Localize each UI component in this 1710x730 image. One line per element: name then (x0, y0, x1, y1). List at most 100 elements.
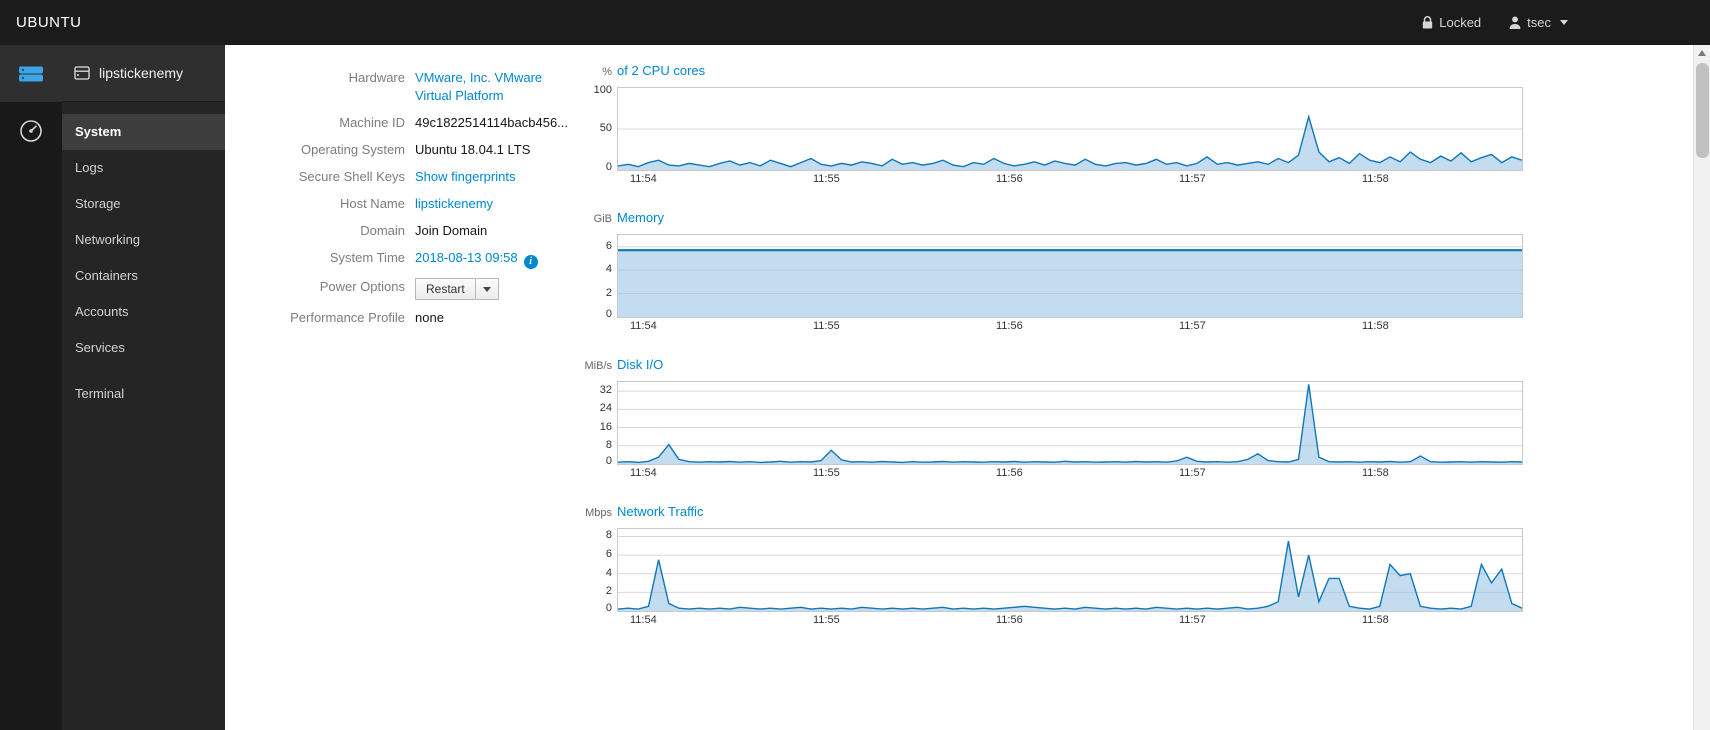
field-label-domain: Domain (360, 223, 405, 238)
chart-body: 0 50 100 (581, 84, 1523, 173)
field-value-performance-profile: none (415, 310, 444, 325)
field-value-system-time: 2018-08-13 09:58 i (415, 249, 538, 269)
disk-i-o-title-link[interactable]: Disk I/O (617, 357, 663, 372)
x-tick-label: 11:57 (1179, 467, 1206, 479)
chart-unit-label: GiB (593, 213, 612, 225)
x-tick-label: 11:55 (813, 614, 840, 626)
secure-shell-keys-link[interactable]: Show fingerprints (415, 169, 515, 184)
field-hardware: Hardware VMware, Inc. VMware Virtual Platf… (225, 69, 565, 105)
x-tick-label: 11:57 (1179, 173, 1206, 185)
x-tick-label: 11:56 (996, 320, 1023, 332)
network-traffic-title-link[interactable]: Network Traffic (617, 504, 703, 519)
scroll-up-arrow-icon[interactable] (1698, 50, 1706, 56)
main-content: Hardware VMware, Inc. VMware Virtual Platf… (225, 45, 1693, 730)
x-axis-labels: 11:54 11:55 11:56 11:57 11:58 (617, 612, 1523, 628)
field-label-operating-system: Operating System (300, 142, 405, 157)
chart-unit-label: Mbps (585, 507, 612, 519)
topbar-actions: Locked tsec (1422, 15, 1568, 30)
user-icon (1509, 16, 1521, 29)
sidebar-item-system[interactable]: System (62, 114, 225, 150)
charts-panel: % of 2 CPU cores 0 50 100 11:54 11:55 11:56 11:5… (581, 63, 1523, 730)
hardware-link[interactable]: VMware, Inc. VMware Virtual Platform (415, 69, 542, 105)
caret-down-icon (482, 287, 491, 292)
y-tick-label: 2 (605, 286, 612, 299)
info-icon[interactable]: i (523, 255, 538, 269)
x-tick-label: 11:54 (630, 614, 657, 626)
sidebar-item-services[interactable]: Services (62, 330, 225, 366)
host-selector[interactable]: lipstickenemy (62, 45, 225, 102)
system-info: Hardware VMware, Inc. VMware Virtual Platf… (225, 69, 568, 730)
y-tick-label: 8 (605, 529, 612, 542)
chart-unit-label: MiB/s (584, 360, 613, 372)
x-tick-label: 11:57 (1179, 320, 1206, 332)
memory-chart: GiB Memory 0 2 4 6 11:54 11:55 11:56 11:57 11:58 (581, 210, 1523, 334)
chart-unit-label: % (602, 66, 612, 78)
field-label-power-options: Power Options (319, 279, 405, 294)
y-tick-label: 4 (605, 263, 612, 276)
sidebar: lipstickenemy System Logs Storage Networkin… (0, 45, 225, 730)
field-machine-id: Machine ID 49c1822514114bacb456... (225, 114, 568, 132)
x-axis-labels: 11:54 11:55 11:56 11:57 11:58 (617, 318, 1523, 334)
y-tick-label: 2 (605, 585, 612, 598)
restart-dropdown-toggle[interactable] (475, 278, 499, 300)
y-tick-label: 6 (605, 239, 612, 252)
field-secure-shell-keys: Secure Shell Keys Show fingerprints (225, 168, 565, 186)
x-tick-label: 11:56 (996, 614, 1023, 626)
x-axis-labels: 11:54 11:55 11:56 11:57 11:58 (617, 171, 1523, 187)
field-value-operating-system: Ubuntu 18.04.1 LTS (415, 142, 531, 157)
top-navbar: UBUNTU Locked tsec (0, 0, 1710, 45)
system-time-link[interactable]: 2018-08-13 09:58 (415, 250, 518, 265)
y-tick-label: 16 (599, 420, 612, 433)
chart-body: 0 2 4 6 8 (581, 528, 1523, 614)
username-label: tsec (1527, 15, 1551, 30)
restart-button[interactable]: Restart (415, 278, 476, 300)
y-tick-label: 0 (605, 602, 612, 614)
dashboard-tab[interactable] (0, 102, 62, 159)
brand-logo: UBUNTU (16, 14, 82, 31)
scroll-thumb[interactable] (1696, 63, 1709, 158)
scrollbar[interactable] (1693, 45, 1710, 730)
host-name-link[interactable]: lipstickenemy (415, 196, 493, 211)
y-tick-label: 4 (605, 566, 612, 579)
sidebar-item-terminal[interactable]: Terminal (62, 376, 225, 412)
field-value-power-options: Restart (415, 278, 499, 300)
y-tick-label: 24 (599, 402, 612, 415)
x-tick-label: 11:55 (813, 320, 840, 332)
x-tick-label: 11:58 (1362, 614, 1389, 626)
field-host-name: Host Name lipstickenemy (225, 195, 565, 213)
field-value-domain[interactable]: Join Domain (415, 222, 487, 240)
x-tick-label: 11:58 (1362, 173, 1389, 185)
plot-area (617, 234, 1523, 318)
y-axis: 0 50 100 (581, 84, 617, 173)
memory-title-link[interactable]: Memory (617, 210, 664, 225)
hostname-label: lipstickenemy (99, 65, 184, 81)
server-icon (19, 66, 43, 81)
y-tick-label: 0 (605, 161, 612, 173)
y-tick-label: 32 (599, 384, 612, 397)
y-tick-label: 100 (593, 84, 612, 96)
dashboard-gauge-icon (20, 119, 42, 142)
machines-tab[interactable] (0, 45, 62, 102)
sidebar-nav-column: lipstickenemy System Logs Storage Networkin… (62, 45, 225, 730)
y-tick-label: 6 (605, 548, 612, 561)
sidebar-item-accounts[interactable]: Accounts (62, 294, 225, 330)
field-performance-profile: Performance Profile none (225, 309, 565, 327)
field-value-secure-shell-keys: Show fingerprints (415, 168, 515, 186)
lock-status-button[interactable]: Locked (1422, 15, 1481, 30)
sidebar-item-networking[interactable]: Networking (62, 222, 225, 258)
x-tick-label: 11:56 (996, 467, 1023, 479)
x-tick-label: 11:54 (630, 320, 657, 332)
chart-header: GiB Memory (581, 210, 1523, 229)
of-2-cpu-cores-title-link[interactable]: of 2 CPU cores (617, 63, 705, 78)
y-tick-label: 0 (605, 308, 612, 320)
sidebar-item-storage[interactable]: Storage (62, 186, 225, 222)
user-menu-button[interactable]: tsec (1509, 15, 1568, 30)
host-server-icon (74, 66, 90, 80)
field-label-performance-profile: Performance Profile (290, 310, 405, 325)
x-tick-label: 11:56 (996, 173, 1023, 185)
x-tick-label: 11:58 (1362, 467, 1389, 479)
plot-area (617, 381, 1523, 465)
sidebar-item-containers[interactable]: Containers (62, 258, 225, 294)
chart-body: 0 2 4 6 (581, 234, 1523, 320)
sidebar-item-logs[interactable]: Logs (62, 150, 225, 186)
